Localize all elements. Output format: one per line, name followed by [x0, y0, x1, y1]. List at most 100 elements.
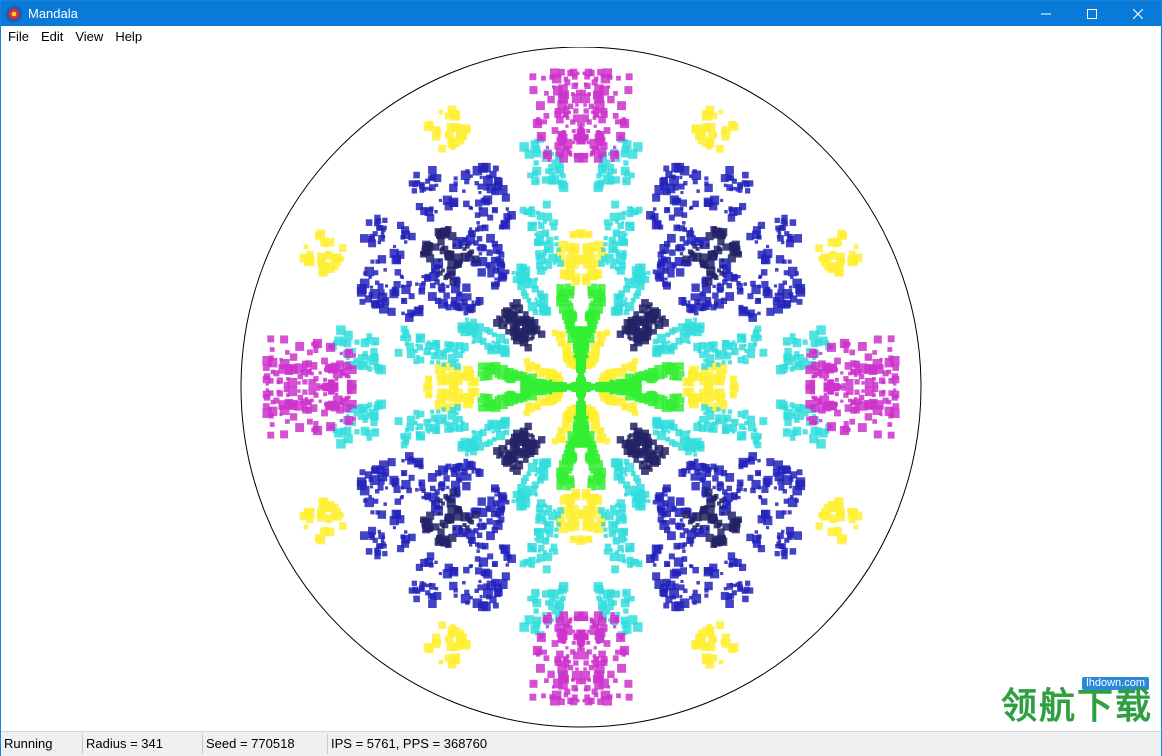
close-button[interactable] — [1115, 1, 1161, 26]
mandala-speck — [381, 227, 386, 233]
mandala-speck — [494, 493, 498, 497]
mandala-speck — [724, 560, 728, 564]
close-icon — [1133, 8, 1143, 19]
mandala-speck — [854, 379, 860, 385]
mandala-speck — [846, 427, 851, 432]
mandala-speck — [421, 436, 425, 441]
mandala-speck — [816, 439, 826, 449]
mandala-speck — [707, 513, 718, 524]
mandala-speck — [818, 336, 828, 346]
menu-file[interactable]: File — [1, 26, 35, 47]
mandala-speck — [679, 199, 687, 207]
mandala-speck — [717, 227, 723, 233]
mandala-speck — [323, 377, 328, 382]
mandala-speck — [722, 243, 730, 251]
mandala-speck — [375, 489, 380, 494]
mandala-speck — [527, 227, 532, 231]
mandala-speck — [530, 624, 540, 634]
menu-view[interactable]: View — [69, 26, 109, 47]
mandala-speck — [635, 478, 642, 485]
mandala-speck — [623, 608, 629, 614]
mandala-speck — [629, 402, 637, 409]
mandala-speck — [779, 364, 788, 373]
mandala-speck — [479, 376, 484, 381]
mandala-speck — [748, 312, 754, 318]
mandala-speck — [816, 325, 826, 335]
mandala-speck — [777, 532, 784, 539]
mandala-speck — [665, 366, 674, 375]
mandala-speck — [723, 423, 732, 432]
mandala-speck — [458, 463, 467, 472]
mandala-speck — [774, 217, 780, 223]
mandala-speck — [447, 354, 457, 363]
mandala-speck — [589, 460, 594, 465]
mandala-speck — [721, 511, 725, 516]
mandala-speck — [374, 400, 383, 410]
mandala-speck — [743, 488, 747, 492]
watermark-brand: 领航下载 — [1000, 686, 1153, 727]
mandala-speck — [776, 541, 781, 546]
mandala-speck — [613, 625, 617, 629]
mandala-speck — [543, 552, 553, 562]
menu-edit[interactable]: Edit — [35, 26, 69, 47]
mandala-speck — [438, 198, 442, 202]
mandala-speck — [406, 423, 415, 432]
mandala-speck — [419, 283, 426, 290]
mandala-speck — [344, 349, 354, 359]
mandala-speck — [451, 468, 457, 474]
mandala-speck — [629, 365, 637, 372]
mandala-speck — [285, 419, 290, 424]
title-bar[interactable]: Mandala — [1, 1, 1161, 26]
mandala-speck — [393, 510, 401, 518]
mandala-speck — [262, 390, 271, 399]
mandala-speck — [719, 505, 723, 509]
mandala-speck — [573, 660, 579, 666]
mandala-speck — [500, 219, 511, 230]
mandala-speck — [650, 214, 656, 220]
mandala-speck — [689, 564, 694, 569]
mandala-speck — [481, 523, 487, 529]
maximize-button[interactable] — [1069, 1, 1115, 26]
mandala-speck — [400, 436, 405, 440]
mandala-speck — [519, 263, 528, 271]
mandala-speck — [757, 311, 761, 316]
mandala-speck — [630, 206, 634, 211]
mandala-speck — [583, 667, 587, 671]
mandala-speck — [893, 382, 897, 386]
mandala-speck — [310, 398, 314, 403]
mandala-speck — [727, 360, 732, 365]
mandala-speck — [717, 268, 722, 273]
minimize-button[interactable] — [1023, 1, 1069, 26]
menu-help[interactable]: Help — [109, 26, 148, 47]
mandala-speck — [462, 581, 466, 585]
mandala-speck — [754, 297, 761, 304]
mandala-speck — [597, 148, 607, 157]
mandala-speck — [449, 581, 458, 591]
mandala-speck — [818, 428, 828, 438]
mandala-speck — [581, 273, 591, 283]
mandala-speck — [603, 549, 610, 555]
mandala-speck — [549, 174, 560, 185]
mandala-speck — [554, 242, 559, 247]
mandala-speck — [634, 372, 643, 381]
mandala-speck — [523, 311, 529, 317]
mandala-speck — [679, 532, 686, 538]
mandala-speck — [573, 153, 579, 159]
mandala-speck — [382, 217, 388, 223]
mandala-speck — [487, 503, 496, 513]
mandala-speck — [668, 214, 675, 221]
mandala-speck — [712, 475, 719, 482]
mandala-speck — [704, 581, 713, 591]
mandala-speck — [659, 394, 665, 400]
mandala-speck — [280, 430, 289, 439]
mandala-canvas-area[interactable]: lhdown.com 领航下载 — [1, 46, 1161, 731]
mandala-speck — [609, 614, 619, 624]
mandala-speck — [725, 166, 734, 175]
mandala-speck — [428, 166, 437, 175]
mandala-speck — [623, 481, 631, 489]
mandala-speck — [720, 198, 724, 202]
mandala-speck — [776, 227, 781, 233]
mandala-speck — [478, 579, 482, 583]
mandala-speck — [570, 364, 576, 370]
mandala-speck — [622, 364, 628, 371]
